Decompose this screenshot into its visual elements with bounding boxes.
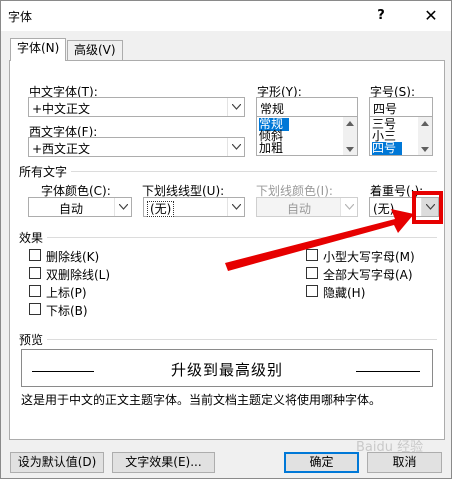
red-arrow-icon (225, 209, 414, 271)
font-dialog: 字体 ? ✕ 字体(N) 高级(V) 中文字体(T): +中文正文 西文字体(F… (0, 0, 452, 479)
watermark: Baidu 经验 (356, 440, 424, 455)
tab-font[interactable]: 字体(N) (10, 38, 66, 61)
